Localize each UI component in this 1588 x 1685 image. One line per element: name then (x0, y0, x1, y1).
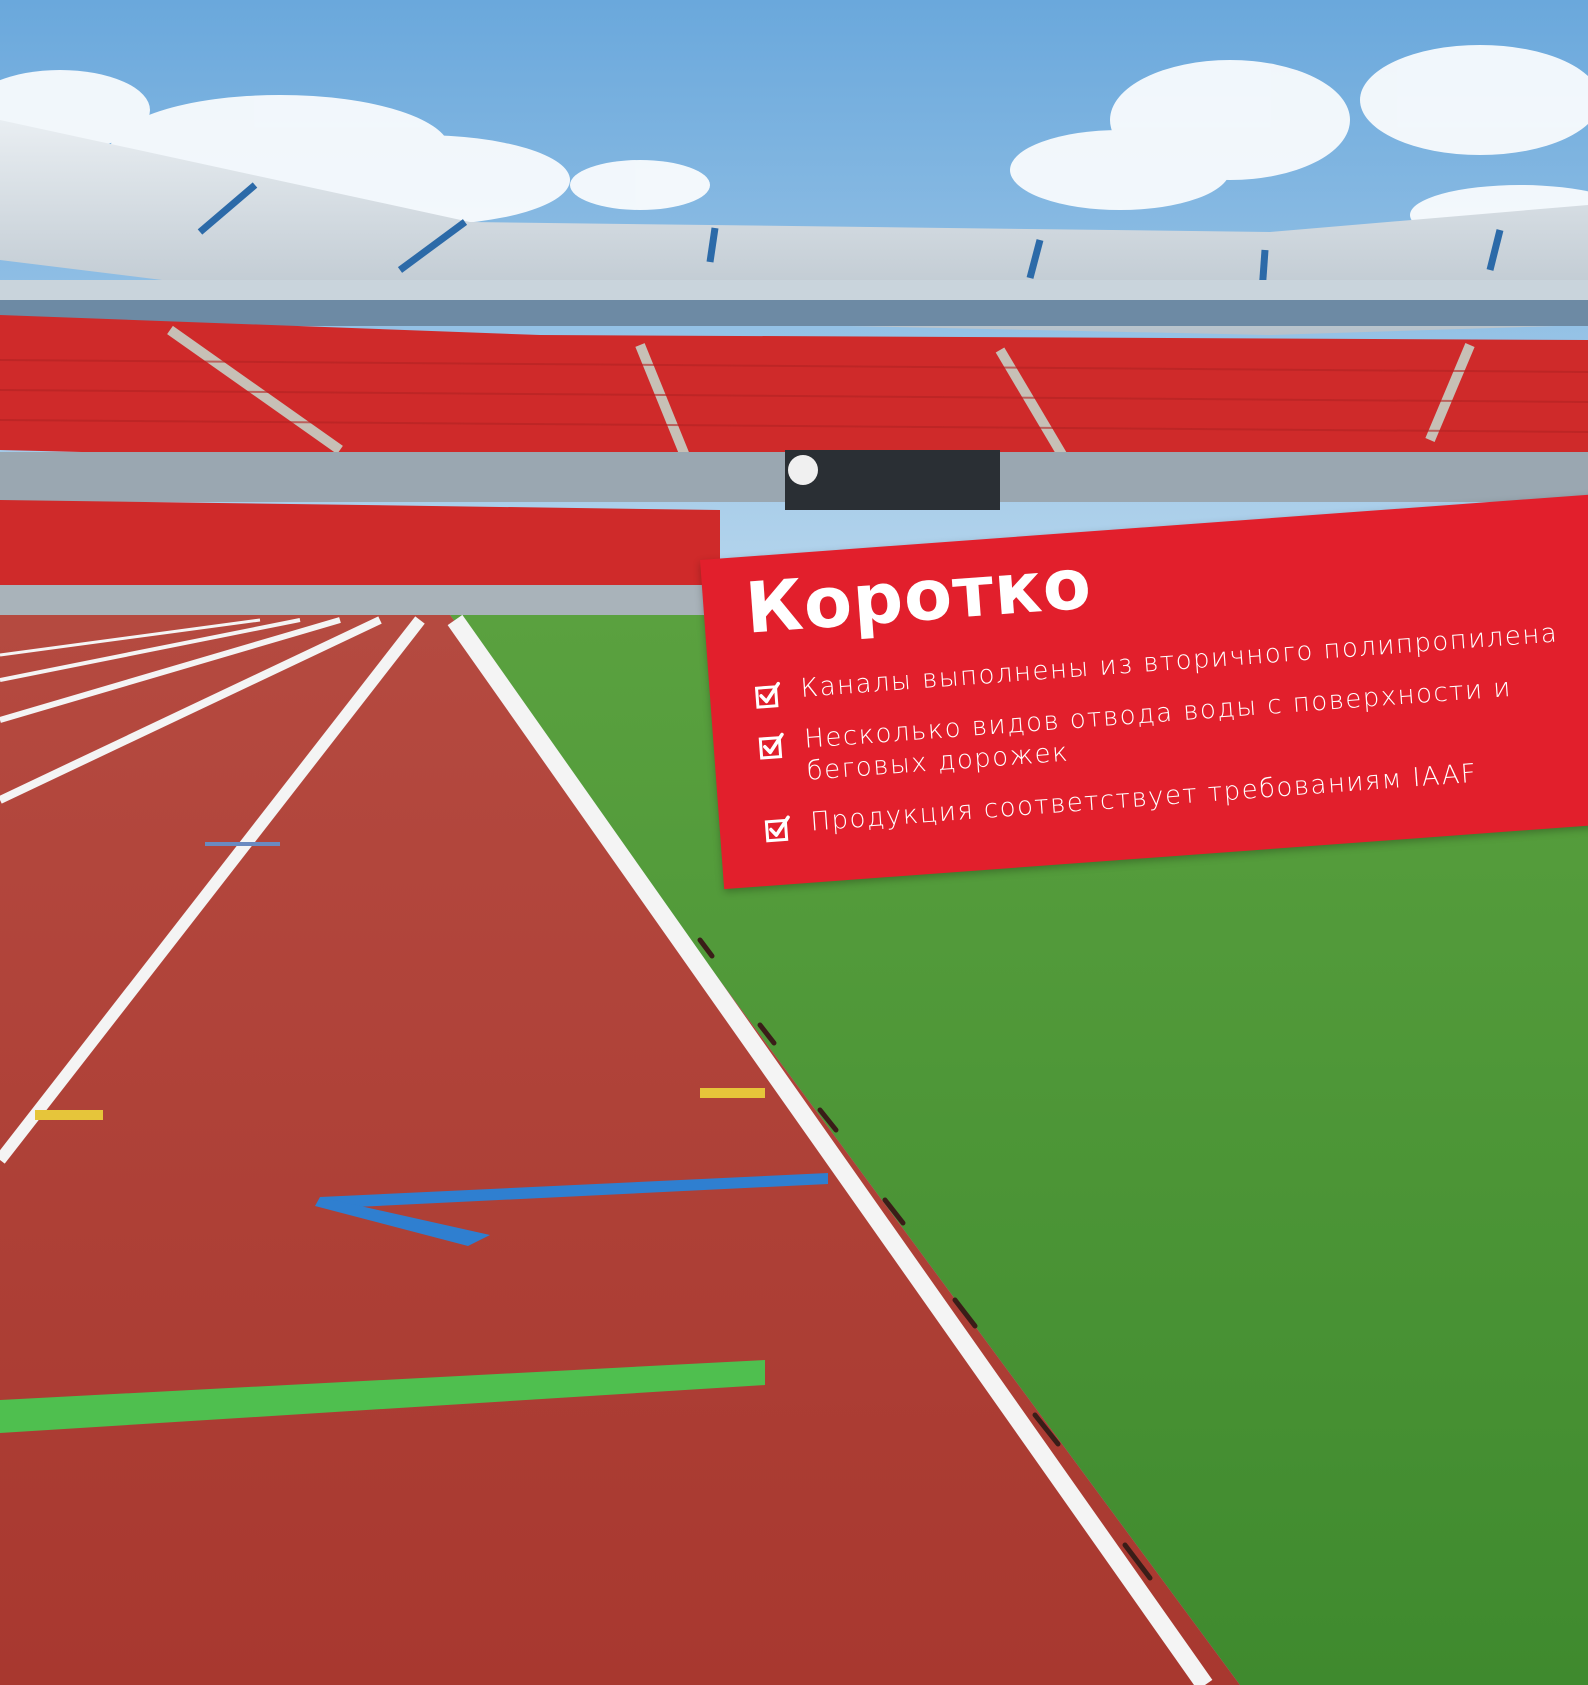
checkbox-checked-icon (758, 732, 784, 760)
clock-icon (788, 455, 818, 485)
yellow-marking (35, 1110, 103, 1120)
summary-card: Коротко Каналы выполнены из вторичного п… (700, 492, 1588, 890)
scoreboard (785, 450, 1000, 510)
lower-stands (0, 500, 720, 585)
card-title: Коротко (742, 542, 1095, 650)
feature-list: Каналы выполнены из вторичного полипропи… (754, 616, 1585, 861)
checkbox-checked-icon (764, 815, 790, 843)
checkbox-checked-icon (754, 681, 781, 709)
